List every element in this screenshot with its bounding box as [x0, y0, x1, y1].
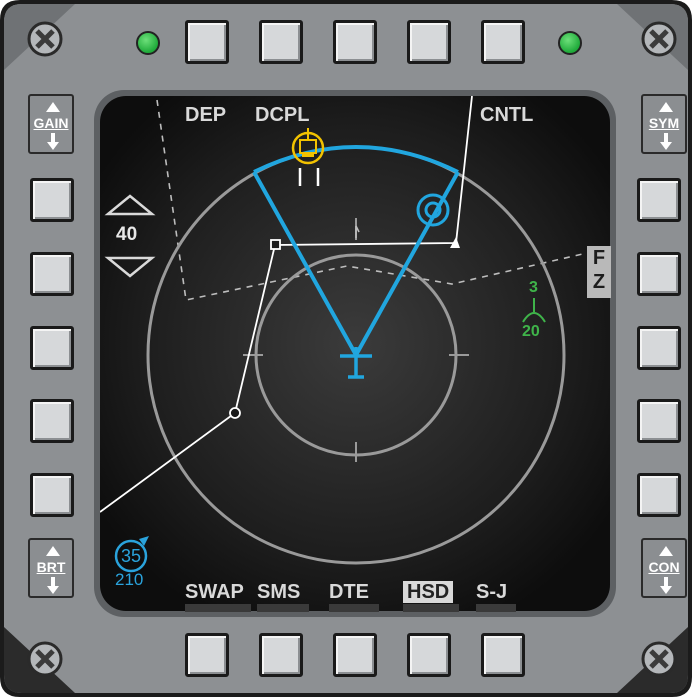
- north-tick-icon: [355, 225, 360, 240]
- bullseye-range: 210: [115, 570, 144, 589]
- hsd-underbar: [403, 604, 459, 612]
- sj-underbar: [476, 604, 516, 612]
- fz-label[interactable]: F Z: [587, 246, 611, 298]
- sms-label[interactable]: SMS: [257, 581, 300, 603]
- friendly-range: 20: [522, 323, 540, 340]
- dep-label[interactable]: DEP: [185, 104, 226, 126]
- cntl-label[interactable]: CNTL: [480, 104, 533, 126]
- swap-label[interactable]: SWAP: [185, 581, 244, 603]
- dte-underbar: [329, 604, 379, 612]
- steerpoint-square-icon: [270, 239, 281, 250]
- bullseye-bearing: 35: [121, 546, 142, 566]
- friendly-altitude: 3: [529, 279, 538, 296]
- steerpoint-circle-icon: [229, 407, 241, 419]
- dcpl-label[interactable]: DCPL: [255, 104, 309, 126]
- friendly-contact-icon: [522, 298, 546, 323]
- launch-marks-icon: [298, 168, 320, 186]
- fz-line-1: F: [592, 247, 606, 269]
- ownship-icon: [340, 347, 372, 379]
- sms-underbar: [257, 604, 309, 612]
- range-value: 40: [116, 224, 138, 245]
- sj-label[interactable]: S-J: [476, 581, 507, 603]
- fz-line-2: Z: [592, 271, 606, 293]
- range-down-arrow-icon: [104, 256, 156, 278]
- swap-underbar: [185, 604, 251, 612]
- threat-contact-icon: [291, 128, 325, 165]
- boundary-lines: [156, 99, 601, 301]
- sensor-cone: [252, 145, 460, 360]
- range-up-arrow-icon: [104, 194, 156, 216]
- dte-label[interactable]: DTE: [329, 581, 369, 603]
- hsd-label[interactable]: HSD: [403, 581, 454, 603]
